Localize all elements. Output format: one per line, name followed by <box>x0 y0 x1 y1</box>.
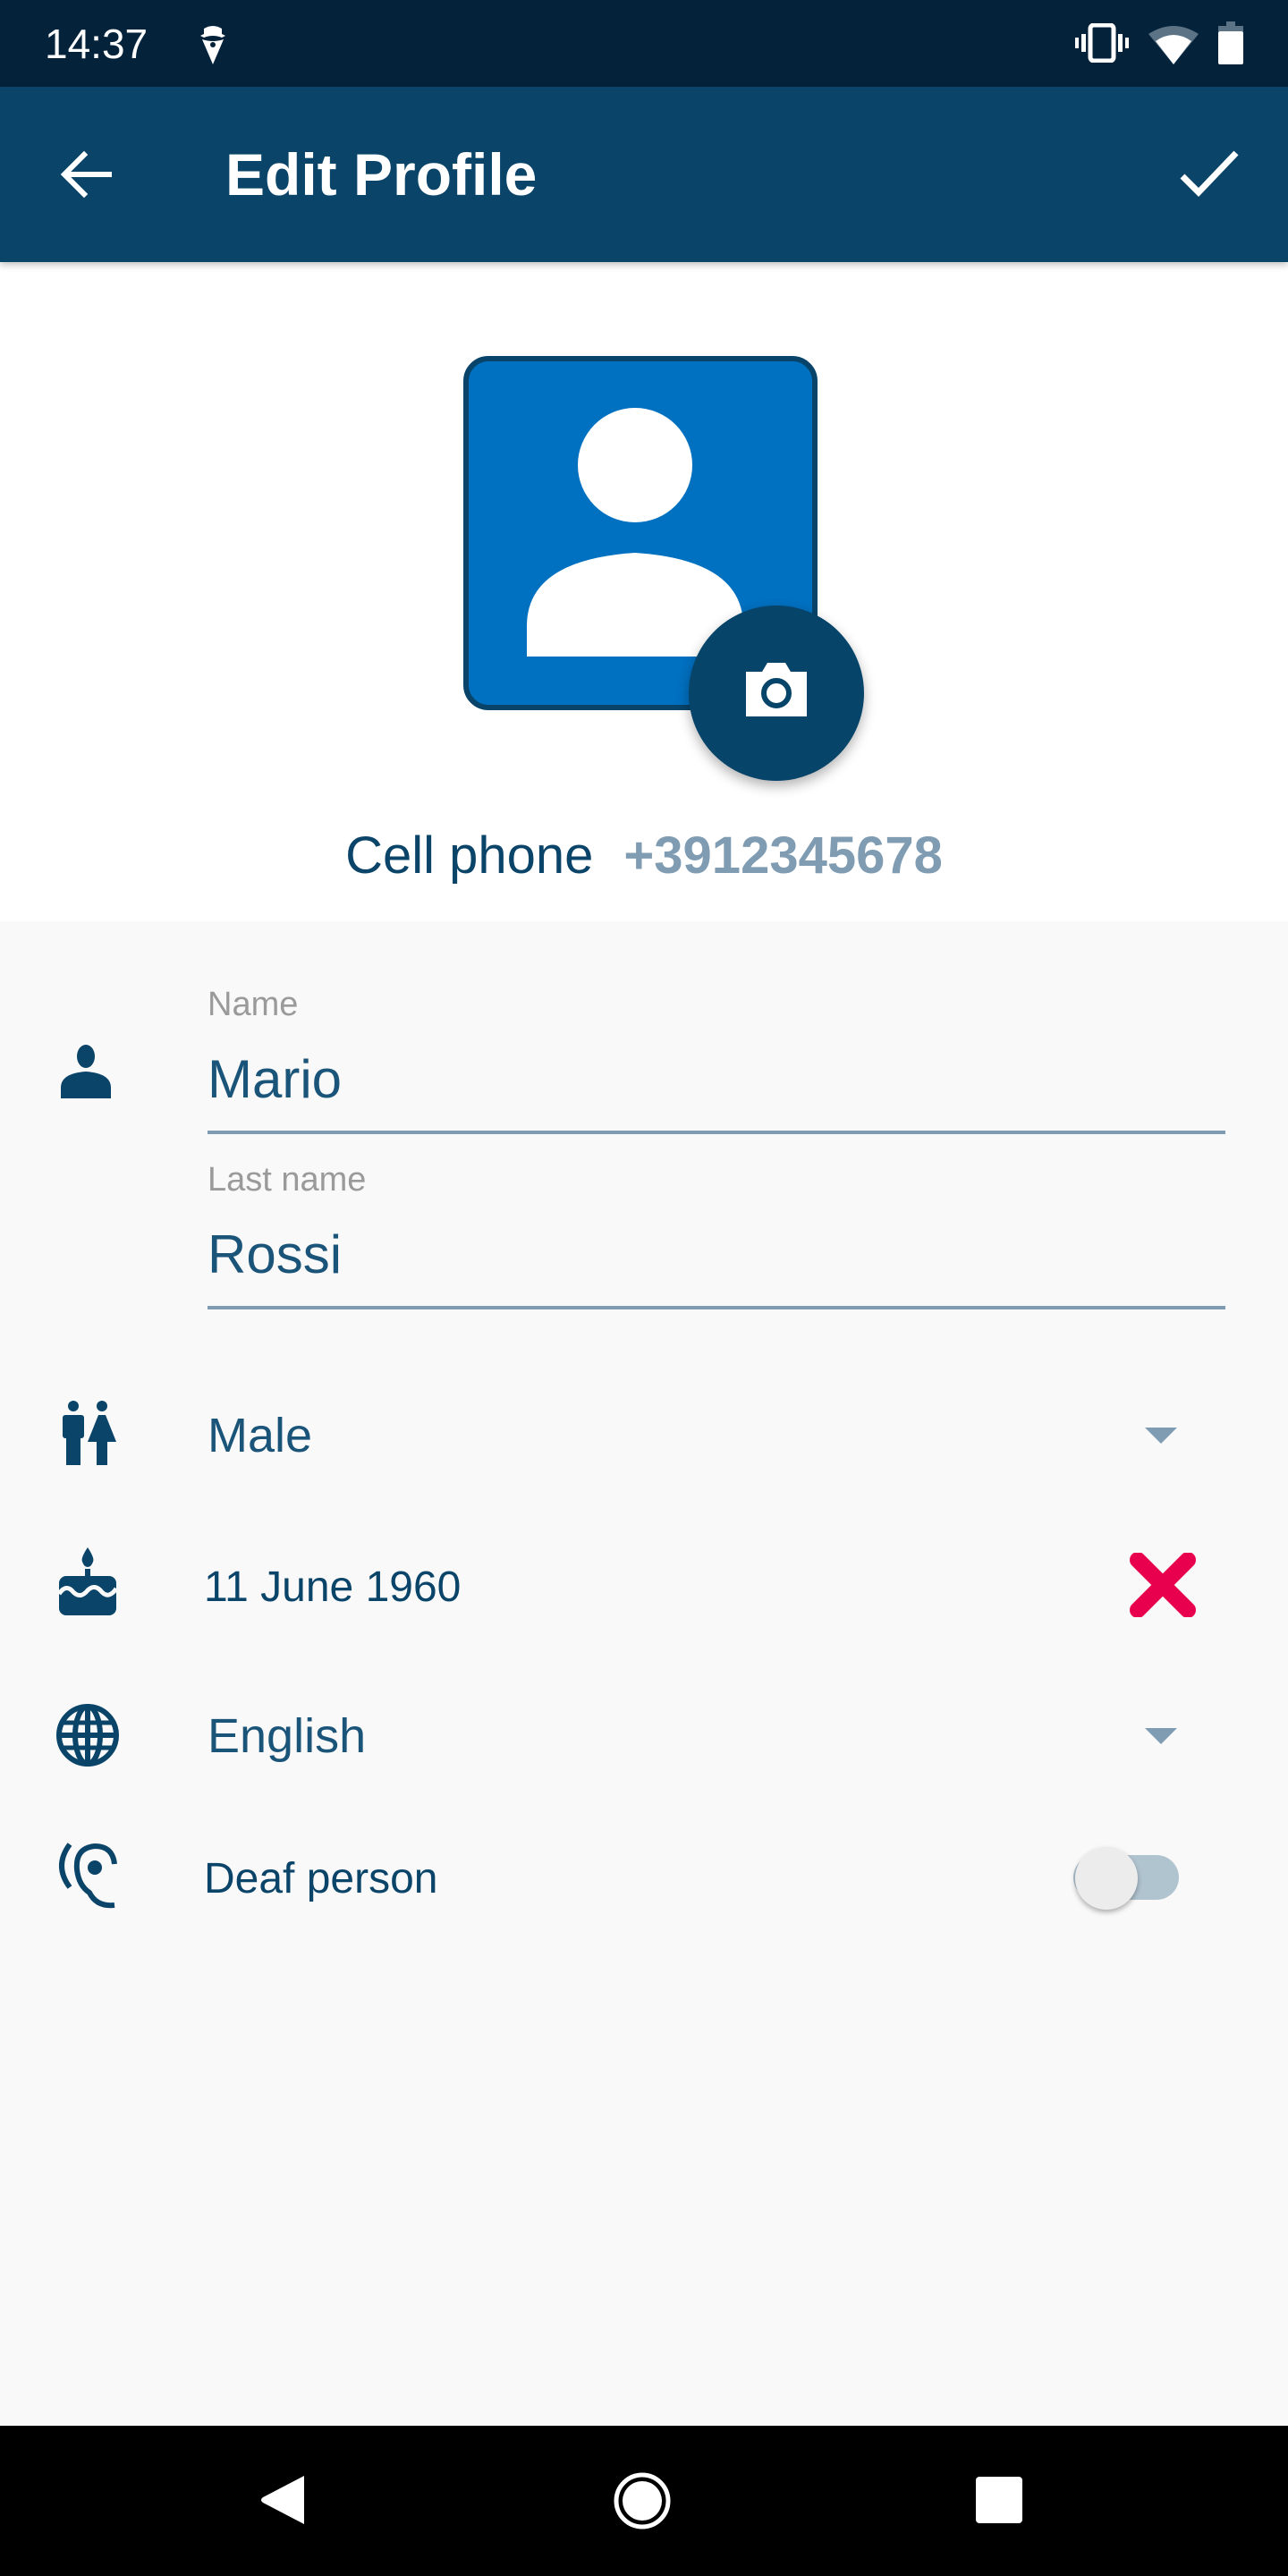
gender-value: Male <box>208 1409 313 1462</box>
deaf-person-row: Deaf person <box>204 1839 1098 1919</box>
gender-icon <box>63 1401 116 1465</box>
status-time: 14:37 <box>45 21 148 67</box>
last-name-value: Rossi <box>208 1224 343 1284</box>
language-dropdown-icon <box>1145 1728 1177 1744</box>
language-value: English <box>208 1709 367 1763</box>
phone-row: Cell phone +3912345678 <box>0 826 1288 886</box>
back-triangle-icon[interactable] <box>259 2474 306 2526</box>
page-title: Edit Profile <box>225 141 538 208</box>
clear-birthday-button[interactable] <box>1129 1553 1197 1617</box>
incognito-icon <box>200 26 225 64</box>
back-button[interactable] <box>57 146 114 203</box>
person-icon <box>61 1045 111 1098</box>
ear-icon <box>59 1843 117 1909</box>
cake-icon <box>57 1547 118 1615</box>
globe-icon <box>56 1704 119 1767</box>
deaf-person-toggle-thumb[interactable] <box>1075 1847 1138 1910</box>
camera-icon <box>746 663 807 716</box>
app-bar: Edit Profile <box>0 87 1288 262</box>
gender-select[interactable]: Male <box>208 1395 1225 1476</box>
change-photo-button[interactable] <box>689 606 864 781</box>
birthday-field[interactable]: 11 June 1960 <box>204 1547 1098 1628</box>
phone-value: +3912345678 <box>623 826 943 885</box>
deaf-person-label: Deaf person <box>204 1855 438 1902</box>
wifi-icon <box>1148 26 1199 64</box>
battery-icon <box>1218 21 1243 64</box>
vibrate-icon <box>1075 23 1129 63</box>
last-name-input[interactable]: Rossi <box>208 1224 1225 1313</box>
birthday-value: 11 June 1960 <box>204 1563 462 1611</box>
profile-header: Cell phone +3912345678 <box>0 262 1288 921</box>
language-select[interactable]: English <box>208 1696 1225 1776</box>
home-circle-icon[interactable] <box>614 2472 671 2529</box>
gender-dropdown-icon <box>1145 1428 1177 1444</box>
last-name-label: Last name <box>208 1161 367 1199</box>
name-underline <box>208 1131 1225 1134</box>
last-name-underline <box>208 1306 1225 1309</box>
name-label: Name <box>208 986 299 1023</box>
confirm-button[interactable] <box>1179 146 1240 203</box>
name-input[interactable]: Mario <box>208 1048 1225 1138</box>
phone-label: Cell phone <box>345 826 594 885</box>
name-value: Mario <box>208 1049 343 1109</box>
system-nav-bar <box>0 2426 1288 2576</box>
status-bar: 14:37 <box>0 0 1288 87</box>
recents-square-icon[interactable] <box>975 2476 1023 2524</box>
